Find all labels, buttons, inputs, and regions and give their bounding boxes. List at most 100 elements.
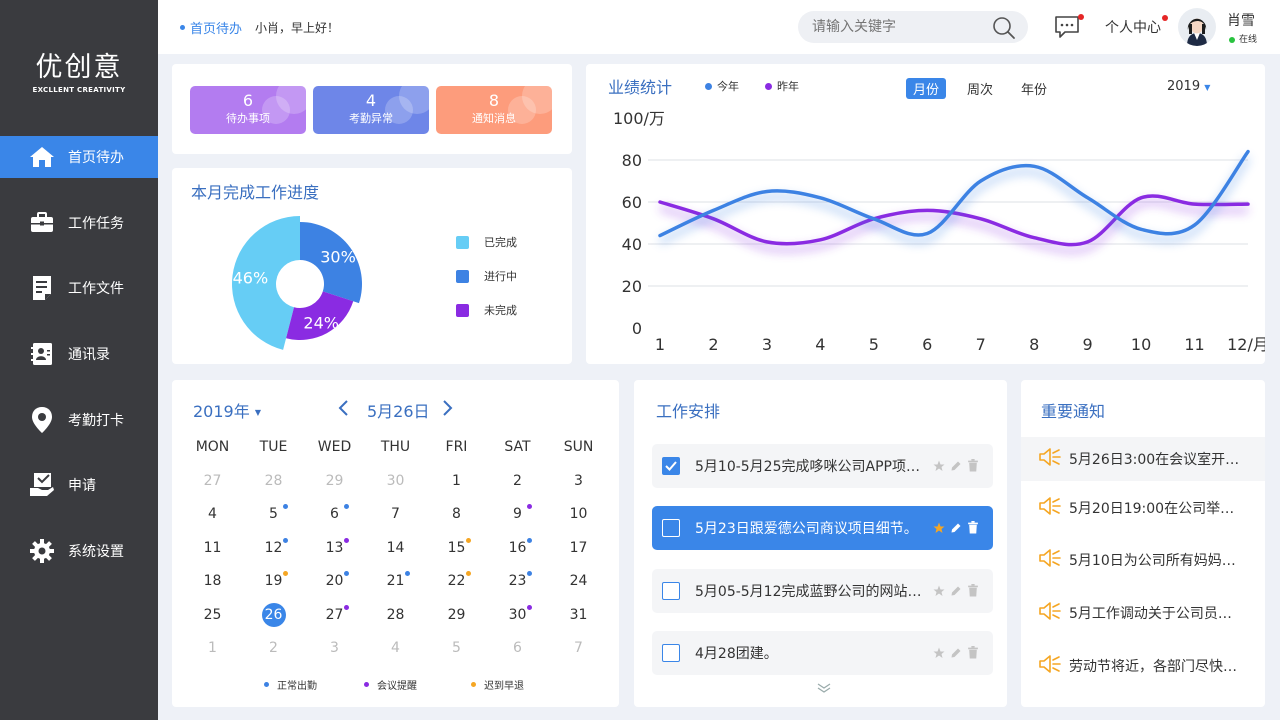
task-item[interactable]: 4月28团建。 xyxy=(652,631,993,675)
calendar-day[interactable]: 6 xyxy=(304,501,365,535)
calendar-day[interactable]: 5 xyxy=(243,501,304,535)
sidebar-item-6[interactable]: 系统设置 xyxy=(0,530,158,572)
calendar-day[interactable]: 11 xyxy=(182,535,243,569)
calendar-day[interactable]: 28 xyxy=(365,602,426,636)
task-checkbox[interactable] xyxy=(662,457,680,475)
calendar-day[interactable]: 20 xyxy=(304,568,365,602)
legend-swatch xyxy=(456,269,469,283)
calendar-day[interactable]: 4 xyxy=(182,501,243,535)
task-item[interactable]: 5月23日跟爱德公司商议项目细节。 xyxy=(652,506,993,550)
task-item[interactable]: 5月10-5月25完成哆咪公司APP项目。 xyxy=(652,444,993,488)
calendar-day[interactable]: 10 xyxy=(548,501,609,535)
chevron-right-icon[interactable] xyxy=(442,399,454,421)
calendar-day[interactable]: 7 xyxy=(548,635,609,669)
calendar-day[interactable]: 16 xyxy=(487,535,548,569)
sidebar-item-3[interactable]: 通讯录 xyxy=(0,333,158,375)
star-icon[interactable] xyxy=(933,644,945,663)
performance-line-chart: 0 20 40 60 80 100/万 1 2 3 4 5 6 7 8 9 10 11 12/月 xyxy=(613,109,1265,354)
breadcrumb[interactable]: 首页待办 xyxy=(190,18,242,37)
chevron-left-icon[interactable] xyxy=(337,399,349,421)
edit-icon[interactable] xyxy=(950,457,962,476)
notice-item[interactable]: 劳动节将近，各部门尽快… xyxy=(1021,644,1265,688)
sidebar-item-2[interactable]: 工作文件 xyxy=(0,267,158,309)
sidebar-item-1[interactable]: 工作任务 xyxy=(0,202,158,244)
edit-icon[interactable] xyxy=(950,582,962,601)
calendar-day[interactable]: 31 xyxy=(548,602,609,636)
calendar-day[interactable]: 23 xyxy=(487,568,548,602)
calendar-day[interactable]: 7 xyxy=(365,501,426,535)
avatar[interactable] xyxy=(1178,8,1216,46)
calendar-day[interactable]: 28 xyxy=(243,468,304,502)
trash-icon[interactable] xyxy=(967,582,979,601)
notice-item[interactable]: 5月工作调动关于公司员… xyxy=(1021,591,1265,635)
edit-icon[interactable] xyxy=(950,519,962,538)
calendar-day[interactable]: 5 xyxy=(426,635,487,669)
search-box[interactable] xyxy=(798,11,1028,43)
calendar-day[interactable]: 29 xyxy=(304,468,365,502)
series-line-0 xyxy=(658,149,1250,238)
trash-icon[interactable] xyxy=(967,519,979,538)
calendar-day-number: 13 xyxy=(325,539,344,556)
task-checkbox[interactable] xyxy=(662,582,680,600)
calendar-day[interactable]: 1 xyxy=(426,468,487,502)
calendar-day[interactable]: 2 xyxy=(487,468,548,502)
sidebar-item-0[interactable]: 首页待办 xyxy=(0,136,158,178)
calendar-day[interactable]: 21 xyxy=(365,568,426,602)
calendar-day[interactable]: 8 xyxy=(426,501,487,535)
event-dot xyxy=(283,504,288,509)
star-icon[interactable] xyxy=(933,519,945,538)
trash-icon[interactable] xyxy=(967,457,979,476)
calendar-day[interactable]: 13 xyxy=(304,535,365,569)
edit-icon[interactable] xyxy=(950,644,962,663)
task-checkbox[interactable] xyxy=(662,519,680,537)
calendar-day[interactable]: 25 xyxy=(182,602,243,636)
calendar-day[interactable]: 6 xyxy=(487,635,548,669)
star-icon[interactable] xyxy=(933,457,945,476)
calendar-day[interactable]: 26 xyxy=(243,602,304,636)
calendar-day[interactable]: 27 xyxy=(182,468,243,502)
calendar-day[interactable]: 3 xyxy=(548,468,609,502)
calendar-year-select[interactable]: 2019年 ▼ xyxy=(193,398,261,422)
calendar-day[interactable]: 15 xyxy=(426,535,487,569)
calendar-day[interactable]: 9 xyxy=(487,501,548,535)
stat-card-1[interactable]: 4 考勤异常 xyxy=(313,86,429,134)
calendar-day[interactable]: 24 xyxy=(548,568,609,602)
calendar-day[interactable]: 3 xyxy=(304,635,365,669)
calendar-day[interactable]: 30 xyxy=(487,602,548,636)
notice-item[interactable]: 5月20日19:00在公司举… xyxy=(1021,486,1265,530)
trash-icon[interactable] xyxy=(967,644,979,663)
calendar-day[interactable]: 4 xyxy=(365,635,426,669)
notice-item[interactable]: 5月10日为公司所有妈妈… xyxy=(1021,538,1265,582)
calendar-day[interactable]: 12 xyxy=(243,535,304,569)
user-center-link[interactable]: 个人中心 xyxy=(1105,17,1161,37)
gear-icon xyxy=(29,538,55,564)
task-item[interactable]: 5月05-5月12完成蓝野公司的网站… xyxy=(652,569,993,613)
calendar-week-row: 25 26 27 28 29 30 31 xyxy=(182,602,610,636)
sidebar-item-4[interactable]: 考勤打卡 xyxy=(0,399,158,441)
search-input[interactable] xyxy=(812,17,982,37)
stat-card-0[interactable]: 6 待办事项 xyxy=(190,86,306,134)
x-tick-label: 8 xyxy=(1029,335,1039,354)
event-dot xyxy=(344,571,349,576)
calendar-day[interactable]: 17 xyxy=(548,535,609,569)
search-icon[interactable] xyxy=(992,16,1016,44)
calendar-day[interactable]: 14 xyxy=(365,535,426,569)
calendar-day[interactable]: 19 xyxy=(243,568,304,602)
calendar-day[interactable]: 18 xyxy=(182,568,243,602)
calendar-day[interactable]: 29 xyxy=(426,602,487,636)
calendar-day-number: 11 xyxy=(203,539,222,556)
notice-item[interactable]: 5月26日3:00在会议室开… xyxy=(1021,437,1265,481)
calendar-day[interactable]: 2 xyxy=(243,635,304,669)
sidebar-item-5[interactable]: 申请 xyxy=(0,464,158,506)
expand-chevron-icon[interactable] xyxy=(816,679,832,698)
task-checkbox[interactable] xyxy=(662,644,680,662)
calendar-day-number: 10 xyxy=(569,506,588,522)
calendar-day[interactable]: 27 xyxy=(304,602,365,636)
calendar-day[interactable]: 30 xyxy=(365,468,426,502)
calendar-day[interactable]: 1 xyxy=(182,635,243,669)
stat-card-2[interactable]: 8 通知消息 xyxy=(436,86,552,134)
sidebar-item-label: 通讯录 xyxy=(68,347,110,363)
star-icon[interactable] xyxy=(933,582,945,601)
calendar-week-row: 1 2 3 4 5 6 7 xyxy=(182,635,610,669)
calendar-day[interactable]: 22 xyxy=(426,568,487,602)
